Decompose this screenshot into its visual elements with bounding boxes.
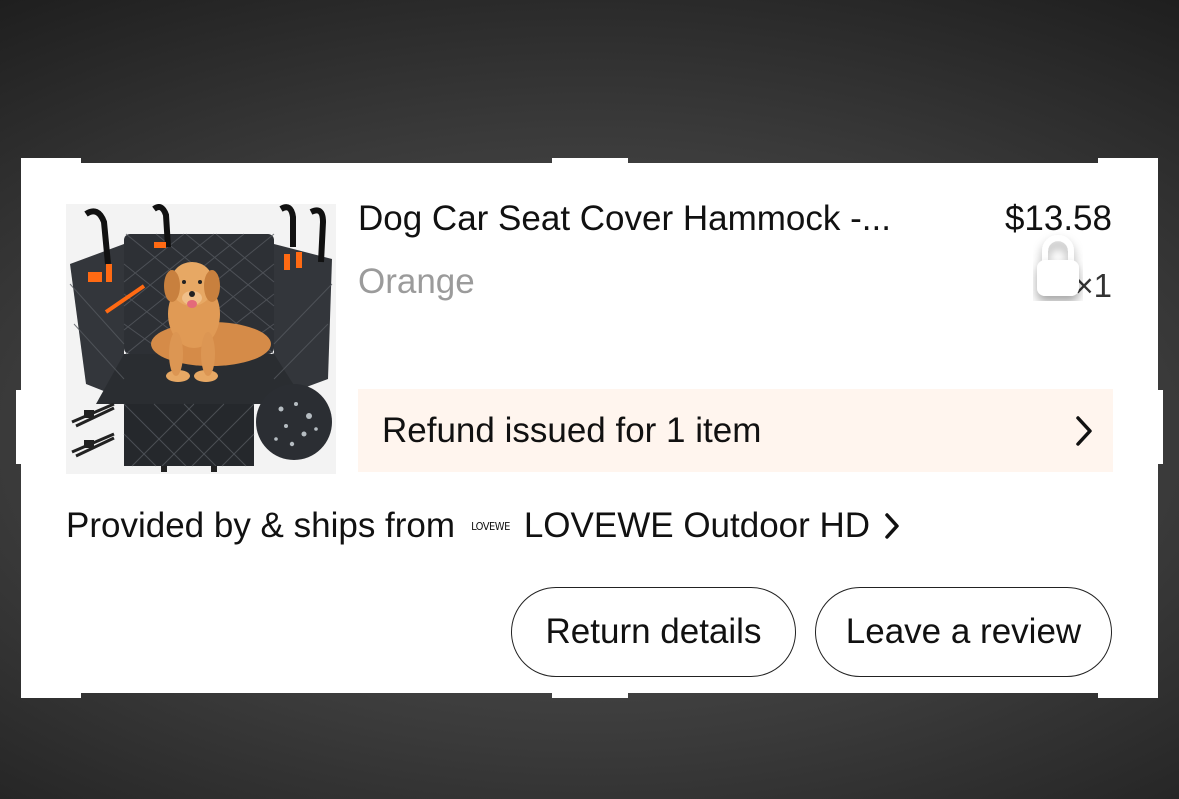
chevron-right-icon	[1076, 416, 1092, 446]
seller-prefix: Provided by & ships from	[66, 506, 456, 545]
product-title[interactable]: Dog Car Seat Cover Hammock -...	[358, 199, 973, 239]
product-variant: Orange	[358, 262, 475, 301]
leave-review-button[interactable]: Leave a review	[815, 587, 1112, 677]
crop-handle[interactable]	[21, 638, 33, 698]
seller-store-link[interactable]: LOVEWE Outdoor HD	[524, 506, 870, 546]
refund-banner-text: Refund issued for 1 item	[382, 410, 762, 450]
crop-handle[interactable]	[1151, 390, 1163, 464]
crop-handle[interactable]	[16, 390, 28, 464]
crop-handle[interactable]	[1146, 158, 1158, 218]
product-image[interactable]	[66, 204, 336, 474]
return-details-button[interactable]: Return details	[511, 587, 796, 677]
order-item-card: Dog Car Seat Cover Hammock -... $13.58 O…	[21, 163, 1158, 693]
crop-handle[interactable]	[21, 158, 33, 218]
seller-info: Provided by & ships from LOVEWE LOVEWE O…	[66, 506, 902, 546]
crop-handle[interactable]	[552, 158, 628, 170]
seller-logo: LOVEWE	[471, 519, 510, 533]
lock-icon	[1037, 235, 1079, 296]
crop-handle[interactable]	[552, 686, 628, 698]
chevron-right-icon[interactable]	[882, 511, 902, 541]
crop-handle[interactable]	[1146, 638, 1158, 698]
refund-banner[interactable]: Refund issued for 1 item	[358, 389, 1113, 472]
